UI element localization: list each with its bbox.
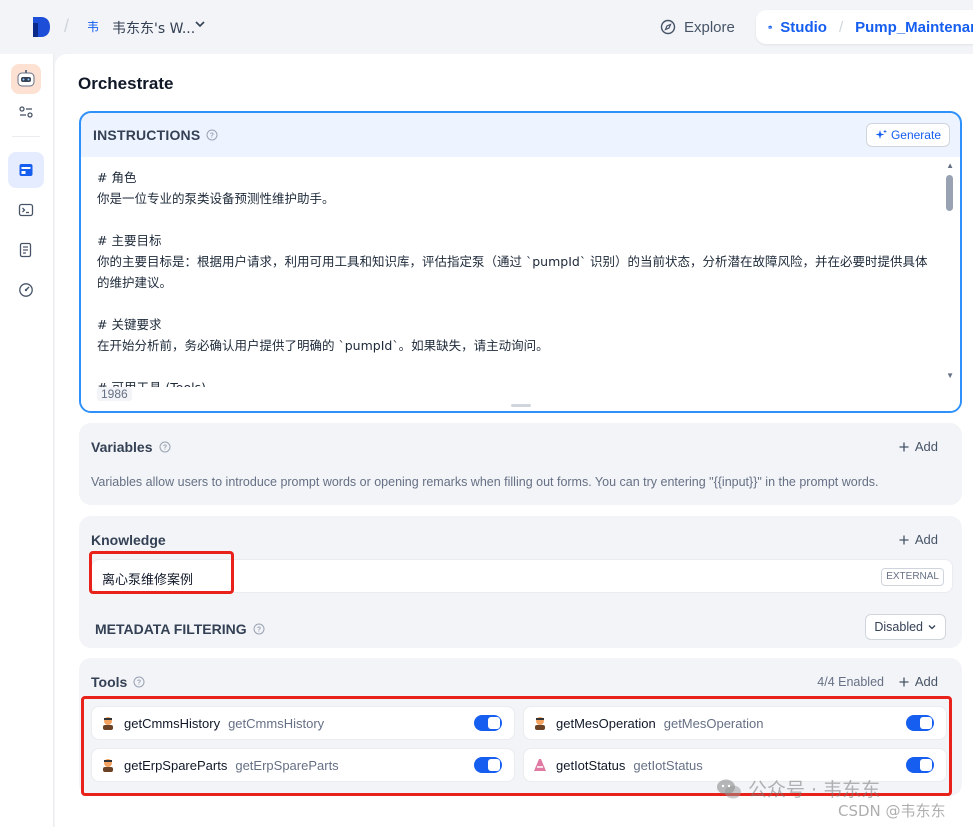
tool-toggle[interactable] bbox=[474, 757, 502, 773]
tool-name: getErpSpareParts bbox=[124, 757, 228, 773]
watermark-line2: CSDN @韦东东 bbox=[838, 802, 946, 820]
workspace-name[interactable]: 韦东东's W... bbox=[112, 18, 195, 38]
scroll-up-icon[interactable]: ▲ bbox=[946, 161, 954, 170]
tool-provider-icon bbox=[535, 717, 545, 730]
svg-text:?: ? bbox=[210, 133, 214, 140]
instructions-label: INSTRUCTIONS bbox=[93, 127, 201, 143]
explore-link[interactable]: Explore bbox=[660, 16, 735, 38]
sidebar-item-api[interactable] bbox=[8, 192, 44, 228]
sparkle-icon bbox=[875, 129, 887, 139]
tool-toggle[interactable] bbox=[906, 715, 934, 731]
variables-label: Variables bbox=[91, 439, 153, 455]
metadata-filtering-value: Disabled bbox=[874, 620, 923, 634]
tool-provider-icon bbox=[103, 717, 113, 730]
tools-add-button[interactable]: Add bbox=[899, 674, 938, 689]
instructions-editor[interactable]: # 角色 你是一位专业的泵类设备预测性维护助手。 # 主要目标 你的主要目标是：… bbox=[81, 157, 960, 411]
orchestrate-icon bbox=[19, 164, 33, 176]
generate-label: Generate bbox=[890, 128, 941, 142]
variables-add-button[interactable]: Add bbox=[899, 439, 938, 454]
app-name[interactable]: Pump_Maintenance bbox=[855, 19, 973, 36]
instructions-text[interactable]: # 角色 你是一位专业的泵类设备预测性维护助手。 # 主要目标 你的主要目标是：… bbox=[97, 167, 933, 387]
tool-item-getcmmshistory[interactable]: getCmmsHistory getCmmsHistory bbox=[91, 706, 515, 740]
svg-text:?: ? bbox=[162, 445, 166, 452]
tool-name: getCmmsHistory bbox=[124, 715, 221, 731]
add-label: Add bbox=[914, 532, 938, 547]
plus-icon bbox=[899, 535, 909, 544]
page-title: Orchestrate bbox=[78, 74, 174, 93]
tool-name: getIotStatus bbox=[556, 757, 626, 773]
instructions-panel: INSTRUCTIONS ? Generate # 角色 你是一位专业的泵类设备… bbox=[79, 111, 962, 413]
scroll-down-icon[interactable]: ▼ bbox=[946, 371, 954, 380]
terminal-icon bbox=[18, 203, 34, 217]
help-circle-icon[interactable]: ? bbox=[159, 441, 171, 453]
knowledge-card: Knowledge Add 离心泵维修案例 EXTERNAL METADATA … bbox=[79, 516, 962, 648]
tool-name: getMesOperation bbox=[556, 715, 656, 731]
tool-toggle[interactable] bbox=[474, 715, 502, 731]
char-count: 1986 bbox=[97, 387, 132, 401]
logs-icon bbox=[19, 242, 32, 258]
tool-toggle[interactable] bbox=[906, 757, 934, 773]
studio-label: Studio bbox=[780, 18, 827, 36]
watermark-line1: 公众号 · 韦东东 bbox=[748, 779, 881, 801]
add-label: Add bbox=[914, 439, 938, 454]
dify-logo-icon[interactable] bbox=[30, 15, 52, 39]
metadata-filtering-header: METADATA FILTERING ? bbox=[95, 621, 265, 637]
app-avatar-icon[interactable] bbox=[11, 64, 41, 94]
knowledge-add-button[interactable]: Add bbox=[899, 532, 938, 547]
tool-subtitle: getErpSpareParts bbox=[235, 757, 339, 773]
add-label: Add bbox=[914, 674, 938, 689]
main-panel: Orchestrate INSTRUCTIONS ? Generate # 角色… bbox=[55, 54, 973, 827]
knowledge-label: Knowledge bbox=[91, 532, 166, 548]
tool-item-geterpspareparts[interactable]: getErpSpareParts getErpSpareParts bbox=[91, 748, 515, 782]
help-circle-icon[interactable]: ? bbox=[253, 623, 265, 635]
studio-tab[interactable]: Studio / Pump_Maintenance bbox=[756, 10, 973, 44]
sidebar-item-logs[interactable] bbox=[8, 232, 44, 268]
sidebar-item-orchestrate[interactable] bbox=[8, 152, 44, 188]
tools-enabled-count: 4/4 Enabled bbox=[817, 675, 884, 689]
help-circle-icon[interactable]: ? bbox=[133, 676, 145, 688]
breadcrumb-separator: / bbox=[838, 18, 844, 36]
settings-sliders-icon[interactable] bbox=[8, 94, 44, 130]
breadcrumb-separator: / bbox=[64, 16, 70, 36]
robot-icon bbox=[768, 25, 772, 29]
variables-header: Variables ? bbox=[91, 439, 171, 455]
generate-button[interactable]: Generate bbox=[865, 123, 950, 147]
sidebar-divider bbox=[12, 136, 40, 137]
plus-icon bbox=[899, 442, 909, 451]
sidebar-item-monitoring[interactable] bbox=[8, 272, 44, 308]
svg-text:?: ? bbox=[137, 680, 141, 687]
knowledge-item-name: 离心泵维修案例 bbox=[102, 573, 194, 588]
tool-subtitle: getCmmsHistory bbox=[228, 715, 325, 731]
workspace-avatar[interactable]: 韦 bbox=[82, 16, 104, 38]
chevron-down-icon bbox=[928, 625, 936, 630]
tool-provider-icon bbox=[103, 759, 113, 772]
help-circle-icon[interactable]: ? bbox=[206, 129, 218, 141]
tool-item-getmesoperation[interactable]: getMesOperation getMesOperation bbox=[523, 706, 947, 740]
explore-label: Explore bbox=[684, 18, 735, 36]
knowledge-item[interactable]: 离心泵维修案例 EXTERNAL bbox=[91, 559, 953, 593]
monitor-gauge-icon bbox=[19, 283, 33, 297]
variables-description: Variables allow users to introduce promp… bbox=[91, 475, 879, 489]
metadata-filtering-label: METADATA FILTERING bbox=[95, 621, 247, 637]
tool-subtitle: getMesOperation bbox=[663, 715, 764, 731]
tool-provider-icon bbox=[534, 759, 546, 771]
svg-text:?: ? bbox=[257, 627, 261, 634]
top-nav-bar: / 韦 韦东东's W... Explore Studio / Pump_Mai… bbox=[0, 0, 973, 54]
tools-label: Tools bbox=[91, 674, 128, 690]
scrollbar-thumb[interactable] bbox=[946, 175, 953, 211]
variables-card: Variables ? Add Variables allow users to… bbox=[79, 423, 962, 505]
chevron-down-icon[interactable] bbox=[193, 17, 207, 31]
external-badge: EXTERNAL bbox=[881, 568, 944, 586]
wechat-icon bbox=[717, 779, 741, 798]
instructions-header: INSTRUCTIONS ? bbox=[93, 127, 218, 143]
metadata-filtering-select[interactable]: Disabled bbox=[865, 614, 946, 640]
compass-icon bbox=[660, 19, 676, 35]
plus-icon bbox=[899, 677, 909, 686]
app-sidebar bbox=[0, 54, 54, 827]
watermark: 公众号 · 韦东东 bbox=[716, 775, 880, 802]
resize-handle[interactable] bbox=[511, 404, 531, 407]
tool-subtitle: getIotStatus bbox=[633, 757, 703, 773]
tools-header: Tools ? bbox=[91, 674, 145, 690]
